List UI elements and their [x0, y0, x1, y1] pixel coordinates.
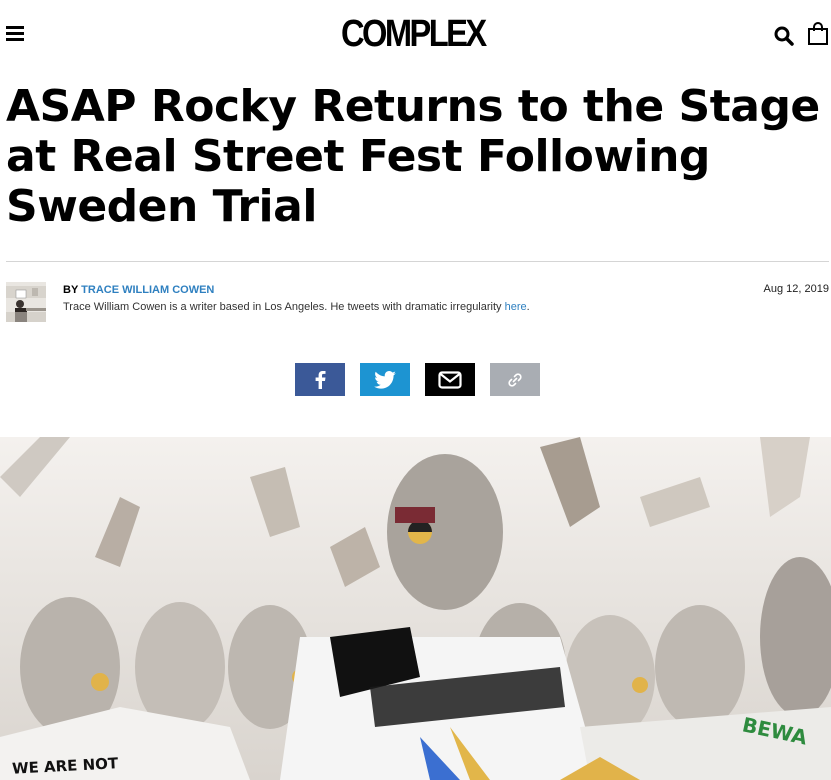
complex-logo[interactable]: COMPLEX [341, 14, 487, 54]
facebook-icon [315, 370, 326, 389]
author-bio-text: Trace William Cowen is a writer based in… [63, 301, 505, 313]
author-bio-end: . [526, 301, 530, 313]
link-icon [508, 372, 522, 387]
site-header: COMPLEX [0, 0, 831, 70]
search-icon[interactable] [773, 25, 795, 47]
author-bio: Trace William Cowen is a writer based in… [63, 301, 530, 313]
share-email-button[interactable] [425, 363, 475, 396]
twitter-icon [374, 370, 396, 389]
hero-photo-illustration [0, 437, 831, 780]
article-title: ASAP Rocky Returns to the Stage at Real … [6, 81, 820, 232]
email-icon [438, 370, 462, 389]
publish-date: Aug 12, 2019 [763, 283, 829, 295]
hero-image[interactable]: WE ARE NOT BEWA [0, 437, 831, 780]
copy-link-button[interactable] [490, 363, 540, 396]
author-twitter-link[interactable]: here [505, 301, 527, 313]
share-facebook-button[interactable] [295, 363, 345, 396]
author-avatar[interactable] [6, 282, 46, 322]
hamburger-menu-icon[interactable] [6, 26, 24, 42]
byline-prefix: BY [63, 284, 79, 296]
byline: BY TRACE WILLIAM COWEN [63, 284, 214, 296]
shopping-bag-icon[interactable] [807, 22, 829, 46]
divider [6, 261, 829, 262]
author-link[interactable]: TRACE WILLIAM COWEN [81, 284, 214, 296]
share-twitter-button[interactable] [360, 363, 410, 396]
